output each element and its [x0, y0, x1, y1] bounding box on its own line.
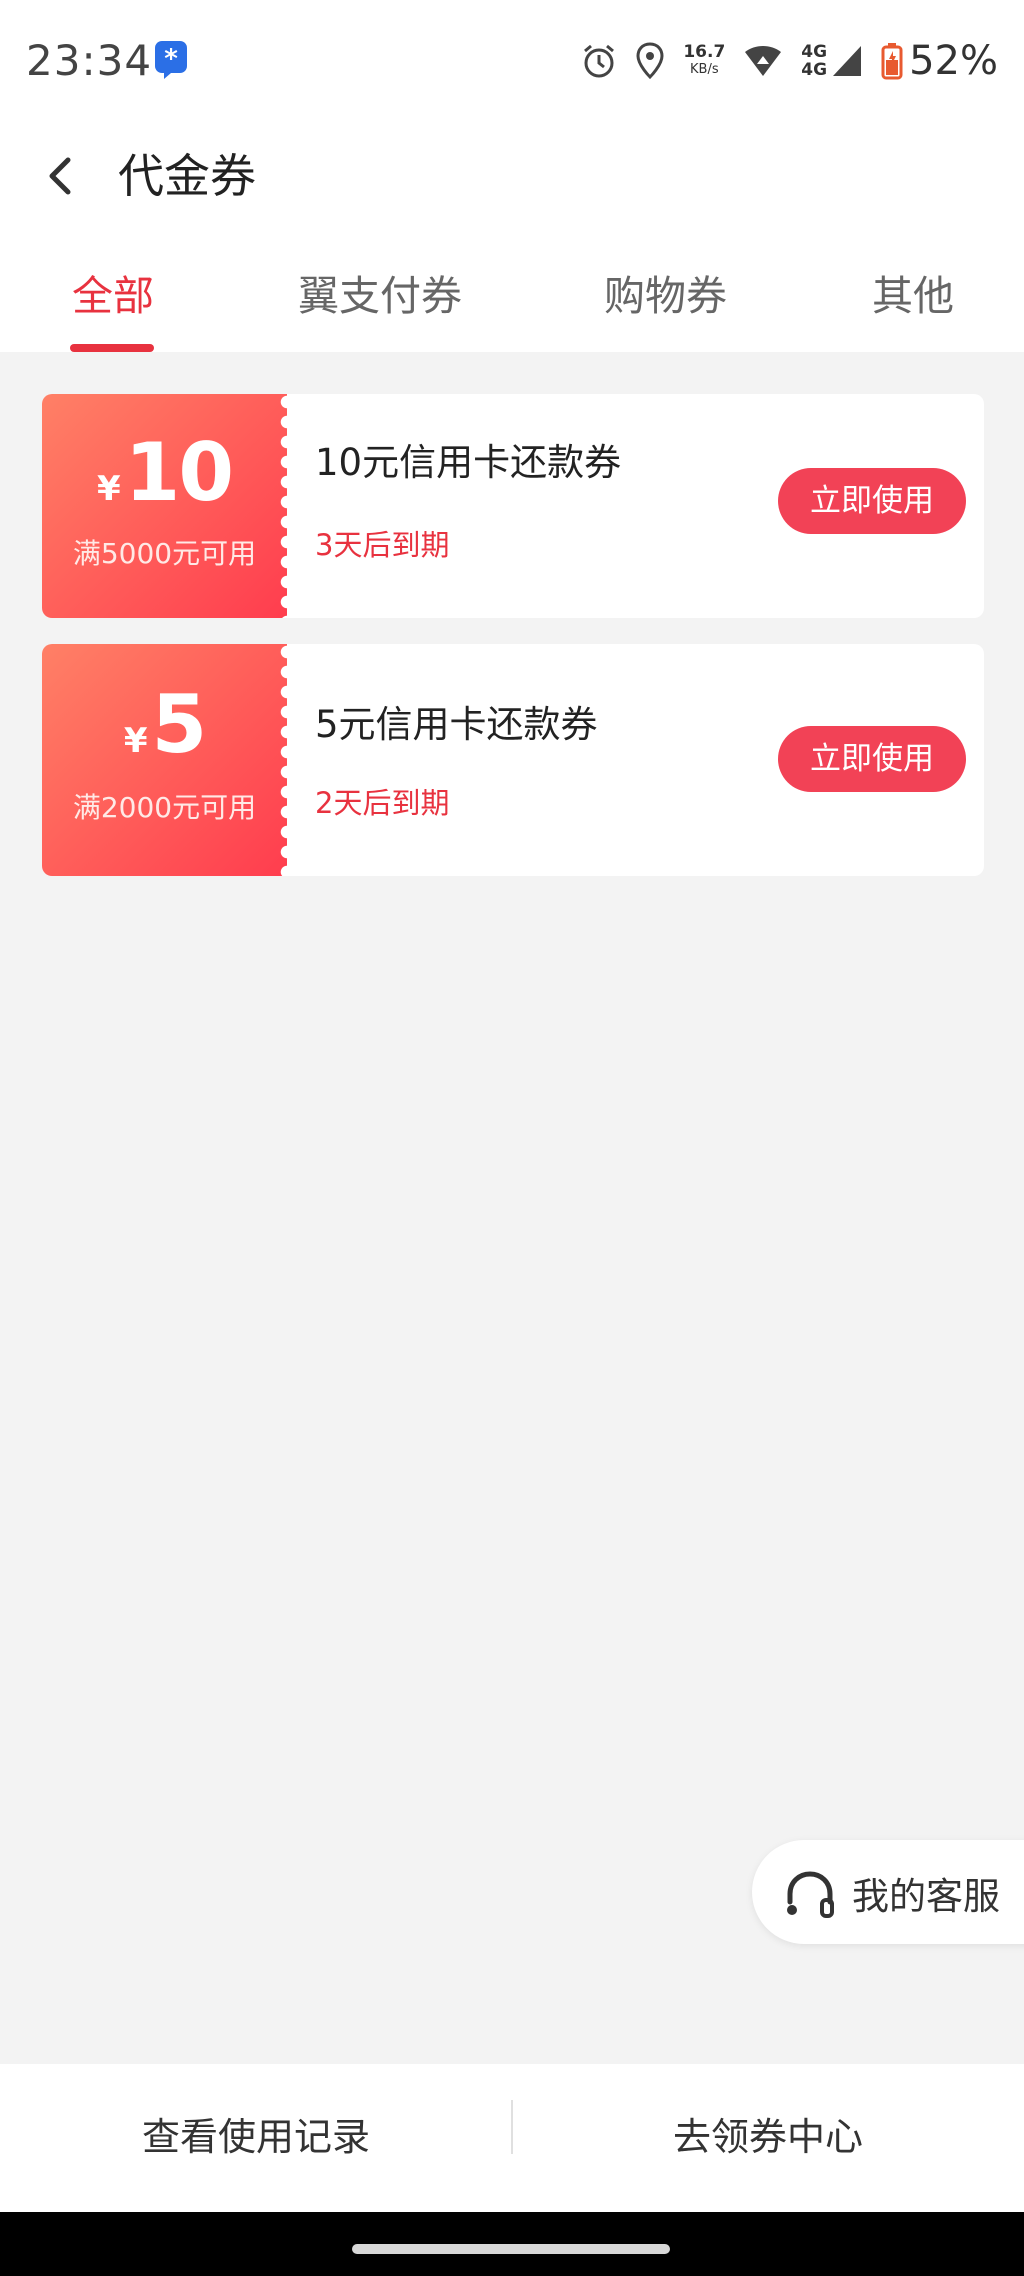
location-icon	[636, 42, 664, 80]
coupon-title: 10元信用卡还款券	[315, 441, 622, 484]
network-speed: 16.7 KB/s	[683, 43, 725, 79]
coupon-center-button[interactable]: 去领券中心	[512, 2106, 1024, 2161]
status-time: 23:34	[26, 36, 153, 85]
system-navigation-bar	[0, 2212, 1024, 2276]
coupon-threshold: 满5000元可用	[72, 537, 257, 570]
tab-shopping-coupons[interactable]: 购物券	[604, 262, 727, 322]
coupon-threshold: 满2000元可用	[72, 791, 257, 824]
currency-symbol: ¥	[97, 469, 121, 509]
status-icons: 16.7 KB/s 4G 4G 52%	[581, 36, 998, 86]
network-speed-unit: KB/s	[690, 62, 719, 77]
currency-symbol: ¥	[123, 721, 148, 761]
coupon-expiry: 3天后到期	[315, 528, 450, 562]
coupon-card: ¥10 满5000元可用 10元信用卡还款券 3天后到期 立即使用	[42, 394, 984, 618]
use-now-button[interactable]: 立即使用	[778, 468, 966, 534]
bottom-action-bar: 查看使用记录 去领券中心	[0, 2064, 1024, 2212]
coupon-amount: 5	[151, 678, 208, 771]
battery-percentage: 52%	[909, 38, 998, 84]
headset-icon	[787, 1871, 834, 1918]
wifi-icon	[745, 46, 782, 76]
customer-service-label: 我的客服	[852, 1875, 1000, 1918]
coupon-card: ¥5 满2000元可用 5元信用卡还款券 2天后到期 立即使用	[42, 644, 984, 876]
notification-app-icon: *	[155, 41, 187, 79]
back-icon[interactable]	[36, 146, 86, 206]
tab-all[interactable]: 全部	[72, 262, 154, 322]
coupon-expiry: 2天后到期	[315, 786, 450, 820]
coupon-title: 5元信用卡还款券	[315, 703, 598, 746]
signal-icon	[833, 46, 862, 76]
active-tab-indicator	[70, 344, 154, 352]
home-indicator[interactable]	[352, 2244, 670, 2254]
customer-service-button[interactable]: 我的客服	[752, 1840, 1024, 1944]
coupon-amount: 10	[124, 426, 234, 519]
page-title: 代金券	[118, 149, 256, 203]
tab-bar: 全部 翼支付券 购物券 其他	[0, 232, 1024, 352]
status-bar: 23:34 * 16.7 KB/s 4G 4G 52%	[0, 0, 1024, 120]
network-type-bottom: 4G	[801, 60, 828, 80]
battery-icon	[881, 43, 903, 80]
network-type-top: 4G	[801, 42, 828, 62]
coupon-value-panel: ¥5 满2000元可用	[42, 644, 295, 876]
coupon-value-panel: ¥10 满5000元可用	[42, 394, 295, 618]
tab-bestpay-coupons[interactable]: 翼支付券	[298, 262, 462, 322]
page-header: 代金券	[0, 120, 1024, 232]
network-type: 4G 4G	[801, 43, 827, 79]
network-speed-value: 16.7	[683, 42, 726, 62]
usage-history-button[interactable]: 查看使用记录	[0, 2106, 512, 2161]
svg-text:*: *	[164, 44, 178, 74]
use-now-button[interactable]: 立即使用	[778, 726, 966, 792]
coupon-amount-row: ¥10	[42, 426, 287, 519]
coupon-amount-row: ¥5	[42, 678, 287, 771]
alarm-icon	[584, 44, 615, 78]
tab-other[interactable]: 其他	[872, 262, 954, 322]
